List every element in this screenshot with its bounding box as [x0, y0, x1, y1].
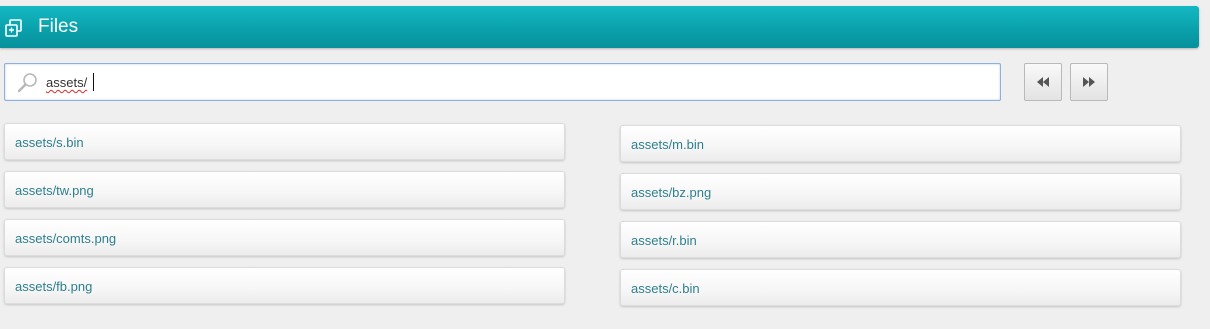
file-link[interactable]: assets/fb.png	[15, 279, 92, 294]
file-link[interactable]: assets/bz.png	[631, 185, 711, 200]
file-link[interactable]: assets/m.bin	[631, 137, 704, 152]
file-link[interactable]: assets/s.bin	[15, 135, 84, 150]
file-link[interactable]: assets/tw.png	[15, 183, 94, 198]
text-caret	[93, 73, 94, 91]
search-box[interactable]: assets/	[4, 63, 1001, 101]
files-icon	[5, 19, 22, 37]
file-item[interactable]: assets/m.bin	[620, 125, 1181, 162]
files-header: Files	[0, 6, 1199, 48]
previous-page-button[interactable]	[1024, 63, 1062, 101]
fast-forward-icon	[1083, 77, 1095, 87]
page-title: Files	[38, 16, 79, 37]
file-link[interactable]: assets/comts.png	[15, 231, 116, 246]
file-item[interactable]: assets/c.bin	[620, 269, 1181, 306]
file-item[interactable]: assets/s.bin	[4, 123, 565, 160]
file-item[interactable]: assets/bz.png	[620, 173, 1181, 210]
file-item[interactable]: assets/comts.png	[4, 219, 565, 256]
rewind-icon	[1037, 77, 1049, 87]
file-link[interactable]: assets/r.bin	[631, 233, 697, 248]
file-item[interactable]: assets/r.bin	[620, 221, 1181, 258]
file-item[interactable]: assets/fb.png	[4, 267, 565, 304]
file-item[interactable]: assets/tw.png	[4, 171, 565, 208]
search-icon	[17, 73, 37, 93]
next-page-button[interactable]	[1070, 63, 1108, 101]
file-link[interactable]: assets/c.bin	[631, 281, 700, 296]
search-input[interactable]: assets/	[46, 75, 87, 90]
